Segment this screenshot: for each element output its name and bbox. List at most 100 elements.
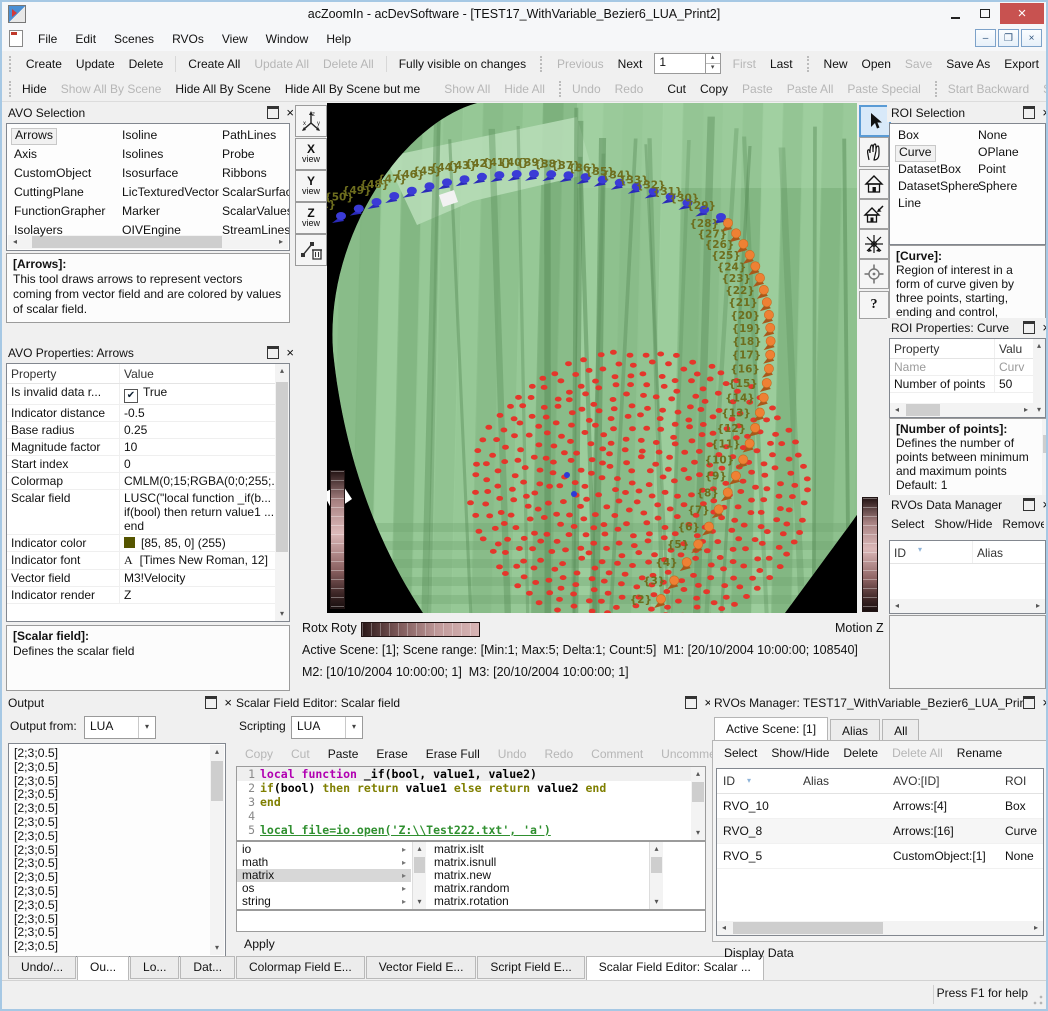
member-item-matrix-rotation[interactable]: matrix.rotation bbox=[429, 895, 649, 908]
vertical-scrollbar[interactable]: ▴ ▾ bbox=[649, 842, 663, 909]
page-number-value[interactable]: 1 bbox=[655, 54, 704, 73]
vertical-scrollbar[interactable]: ▴ ▾ bbox=[412, 842, 426, 909]
measure-delete-button[interactable] bbox=[295, 234, 327, 266]
column-header[interactable]: Alias bbox=[972, 541, 1045, 563]
toolbar-button-delete[interactable]: Delete bbox=[122, 54, 171, 74]
toolbar-grip[interactable] bbox=[807, 56, 813, 72]
list-item-ribbons[interactable]: Ribbons bbox=[219, 166, 270, 181]
list-item-scalarvalues[interactable]: ScalarValues bbox=[219, 204, 290, 219]
list-item-arrows[interactable]: Arrows bbox=[11, 128, 57, 145]
action-show-hide[interactable]: Show/Hide bbox=[771, 746, 829, 760]
toolbar-grip[interactable] bbox=[559, 81, 561, 97]
tab-lo[interactable]: Lo... bbox=[130, 956, 179, 979]
scroll-up-icon[interactable]: ▴ bbox=[650, 842, 663, 856]
toolbar-button-save-as[interactable]: Save As bbox=[939, 54, 997, 74]
editor-action-erase[interactable]: Erase bbox=[369, 744, 414, 763]
scripting-language-combo[interactable]: LUA ▾ bbox=[291, 716, 363, 739]
list-item-oivengine[interactable]: OIVEngine bbox=[119, 223, 184, 238]
code-editor[interactable]: 1local function _if(bool, value1, value2… bbox=[236, 766, 706, 841]
scroll-right-icon[interactable]: ▸ bbox=[1029, 921, 1043, 935]
rvos-manager-table[interactable]: ▾ ID Alias AVO:[ID] ROI RVO_10Arrows:[4]… bbox=[716, 768, 1044, 936]
scroll-left-icon[interactable]: ◂ bbox=[890, 599, 904, 613]
rotx-label[interactable]: Rotx bbox=[302, 621, 328, 635]
column-header[interactable]: AVO:[ID] bbox=[887, 769, 999, 793]
close-panel-icon[interactable]: × bbox=[286, 107, 294, 118]
scroll-down-icon[interactable]: ▾ bbox=[275, 607, 289, 621]
property-value[interactable]: 0 bbox=[119, 456, 289, 472]
toolbar-button-new[interactable]: New bbox=[817, 54, 855, 74]
scroll-left-icon[interactable]: ◂ bbox=[890, 403, 904, 417]
rvos-data-manager-table[interactable]: ▾ ID Alias ◂ ▸ bbox=[889, 540, 1046, 614]
list-item-datasetbox[interactable]: DatasetBox bbox=[895, 162, 964, 177]
table-row-rvo-10[interactable]: RVO_10Arrows:[4]Box bbox=[717, 794, 1043, 819]
menu-item-help[interactable]: Help bbox=[317, 29, 360, 49]
toolbar-button-create[interactable]: Create bbox=[19, 54, 69, 74]
close-panel-icon[interactable]: × bbox=[286, 347, 294, 358]
property-row-is-invalid-data-r[interactable]: Is invalid data r...✔True bbox=[7, 384, 289, 405]
list-item-lictexturedvector[interactable]: LicTexturedVector bbox=[119, 185, 222, 200]
list-item-isolines[interactable]: Isolines bbox=[119, 147, 166, 162]
property-value[interactable]: Z bbox=[119, 587, 289, 603]
list-item-oplane[interactable]: OPlane bbox=[975, 145, 1022, 160]
action-remove[interactable]: Remove bbox=[1002, 517, 1044, 535]
list-item-sphere[interactable]: Sphere bbox=[975, 179, 1020, 194]
x-view-button[interactable]: X view bbox=[295, 138, 327, 170]
float-panel-icon[interactable] bbox=[1023, 106, 1035, 119]
list-item-streamlines[interactable]: StreamLines bbox=[219, 223, 290, 238]
property-value[interactable]: CMLM(0;15;RGBA(0;0;255;... bbox=[119, 473, 289, 489]
column-header[interactable]: ID bbox=[717, 769, 797, 793]
member-list[interactable]: matrix.isltmatrix.isnullmatrix.newmatrix… bbox=[429, 843, 649, 908]
horizontal-scrollbar[interactable]: ◂ ▸ bbox=[890, 599, 1045, 613]
menu-item-rvos[interactable]: RVOs bbox=[163, 29, 213, 49]
checkbox-checked-icon[interactable]: ✔ bbox=[124, 389, 138, 403]
action-delete[interactable]: Delete bbox=[843, 746, 878, 760]
toolbar-button-next[interactable]: Next bbox=[611, 54, 650, 74]
code-line[interactable]: 3end bbox=[237, 795, 705, 809]
mdi-restore-button[interactable]: ❐ bbox=[998, 29, 1019, 47]
code-line[interactable]: 1local function _if(bool, value1, value2… bbox=[237, 767, 705, 781]
tab-vector-field-e[interactable]: Vector Field E... bbox=[366, 956, 477, 979]
float-panel-icon[interactable] bbox=[685, 696, 697, 709]
list-item-none[interactable]: None bbox=[975, 128, 1010, 143]
list-item-marker[interactable]: Marker bbox=[119, 204, 163, 219]
toolbar-button-hide-all-by-scene-but-me[interactable]: Hide All By Scene but me bbox=[278, 79, 427, 99]
vertical-scrollbar[interactable]: ▴ ▾ bbox=[1033, 339, 1045, 417]
tab-ou[interactable]: Ou... bbox=[77, 956, 129, 981]
roi-selection-list[interactable]: BoxCurveDatasetBoxDatasetSphereLineNoneO… bbox=[889, 123, 1046, 245]
tab-script-field-e[interactable]: Script Field E... bbox=[477, 956, 584, 979]
home-view-button[interactable] bbox=[859, 169, 889, 199]
page-number-spinner[interactable]: 1▴▾ bbox=[654, 53, 720, 74]
float-panel-icon[interactable] bbox=[267, 346, 279, 359]
toolbar-button-last[interactable]: Last bbox=[763, 54, 800, 74]
list-item-axis[interactable]: Axis bbox=[11, 147, 40, 162]
tab-colormap-field-e[interactable]: Colormap Field E... bbox=[236, 956, 365, 979]
close-panel-icon[interactable]: × bbox=[1042, 107, 1048, 118]
float-panel-icon[interactable] bbox=[1023, 696, 1035, 709]
close-panel-icon[interactable]: × bbox=[1042, 499, 1048, 510]
list-item-box[interactable]: Box bbox=[895, 128, 922, 143]
editor-action-erase-full[interactable]: Erase Full bbox=[419, 744, 487, 763]
close-panel-icon[interactable]: × bbox=[224, 697, 232, 708]
code-line[interactable]: 4 bbox=[237, 809, 705, 823]
tab-dat[interactable]: Dat... bbox=[180, 956, 235, 979]
scroll-up-icon[interactable]: ▴ bbox=[413, 842, 426, 856]
scroll-down-icon[interactable]: ▾ bbox=[413, 895, 426, 909]
menu-item-scenes[interactable]: Scenes bbox=[105, 29, 163, 49]
float-panel-icon[interactable] bbox=[1023, 321, 1035, 334]
autocomplete-input[interactable] bbox=[236, 910, 706, 932]
column-header[interactable]: ID bbox=[890, 541, 972, 563]
scroll-up-icon[interactable]: ▴ bbox=[1042, 419, 1048, 433]
scroll-left-icon[interactable]: ◂ bbox=[717, 921, 731, 935]
table-row-rvo-5[interactable]: RVO_5CustomObject:[1]None bbox=[717, 844, 1043, 869]
horizontal-scrollbar[interactable]: ◂ ▸ bbox=[890, 403, 1033, 417]
vertical-scrollbar[interactable]: ▴ ▾ bbox=[1042, 419, 1048, 495]
display-data-button[interactable]: Display Data bbox=[724, 946, 794, 960]
scroll-up-icon[interactable]: ▴ bbox=[275, 364, 289, 378]
property-value[interactable]: LUSC("local function _if(b...if(bool) th… bbox=[119, 490, 289, 534]
set-home-view-button[interactable] bbox=[859, 199, 889, 229]
scroll-down-icon[interactable]: ▾ bbox=[650, 895, 663, 909]
vertical-scrollbar[interactable]: ▴ ▾ bbox=[210, 745, 224, 955]
toolbar-grip[interactable] bbox=[9, 81, 11, 97]
property-row-base-radius[interactable]: Base radius0.25 bbox=[7, 422, 289, 439]
mdi-minimize-button[interactable]: – bbox=[975, 29, 996, 47]
